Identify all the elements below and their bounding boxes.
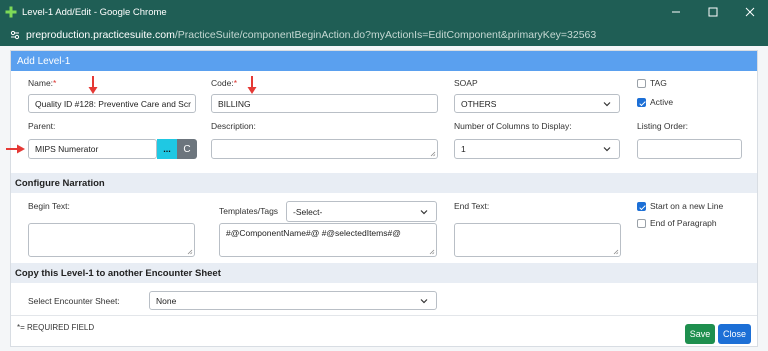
end-text-label: End Text: — [454, 201, 490, 211]
maximize-button[interactable] — [694, 0, 731, 24]
active-label: Active — [650, 97, 674, 107]
templates-label: Templates/Tags — [219, 206, 279, 216]
end-of-paragraph-label: End of Paragraph — [650, 218, 717, 228]
close-window-button[interactable] — [731, 0, 768, 24]
annotation-arrow-right-icon — [6, 144, 25, 154]
narration-section-header: Configure Narration — [11, 173, 757, 193]
name-input[interactable]: Quality ID #128: Preventive Care and Scr — [28, 94, 196, 113]
annotation-arrow-down-icon — [247, 76, 257, 94]
parent-label: Parent: — [28, 121, 56, 131]
footer-divider — [11, 315, 757, 316]
chevron-down-icon — [603, 102, 611, 107]
page-info-icon[interactable] — [10, 30, 20, 40]
name-label: Name:* — [28, 78, 57, 88]
maximize-icon — [708, 7, 717, 17]
encounter-sheet-select[interactable]: None — [149, 291, 437, 310]
panel-header: Add Level-1 — [11, 51, 757, 71]
soap-select[interactable]: OTHERS — [454, 94, 620, 113]
soap-label: SOAP — [454, 78, 478, 88]
close-icon — [745, 7, 754, 17]
begin-text-label: Begin Text: — [28, 201, 70, 211]
tag-checkbox[interactable] — [637, 79, 646, 88]
resize-grip-icon[interactable] — [187, 249, 193, 255]
browser-titlebar: Level-1 Add/Edit - Google Chrome — [0, 0, 768, 24]
listing-order-label: Listing Order: — [637, 121, 689, 131]
close-button[interactable]: Close — [718, 324, 751, 344]
chevron-down-icon — [420, 210, 428, 215]
code-required-star: * — [233, 78, 237, 88]
columns-select-value: 1 — [461, 144, 466, 154]
window-title: Level-1 Add/Edit - Google Chrome — [22, 6, 167, 18]
url-host: preproduction.practicesuite.com — [26, 29, 175, 41]
minimize-icon — [671, 11, 680, 13]
tag-label: TAG — [650, 78, 667, 88]
annotation-arrow-down-icon — [88, 76, 98, 94]
end-of-paragraph-checkbox[interactable] — [637, 219, 646, 228]
end-text-textarea[interactable] — [454, 223, 621, 257]
active-checkbox[interactable] — [637, 98, 646, 107]
name-required-star: * — [53, 78, 57, 88]
required-field-note: *= REQUIRED FIELD — [17, 323, 95, 332]
start-new-line-checkbox[interactable] — [637, 202, 646, 211]
address-bar[interactable]: preproduction.practicesuite.com/Practice… — [0, 24, 768, 46]
chevron-down-icon — [603, 147, 611, 152]
code-input[interactable]: BILLING — [211, 94, 438, 113]
start-new-line-label: Start on a new Line — [650, 201, 724, 211]
encounter-sheet-label: Select Encounter Sheet: — [28, 296, 120, 306]
parent-input[interactable]: MIPS Numerator — [28, 139, 157, 159]
columns-select[interactable]: 1 — [454, 139, 620, 159]
save-button[interactable]: Save — [685, 324, 715, 344]
description-textarea[interactable] — [211, 139, 438, 159]
level1-form-panel: Add Level-1 Name:* Code:* SOAP TAG Quali… — [6, 50, 758, 347]
page-content: Add Level-1 Name:* Code:* SOAP TAG Quali… — [0, 46, 768, 351]
resize-grip-icon[interactable] — [429, 249, 435, 255]
parent-clear-button[interactable]: C — [177, 139, 197, 159]
parent-browse-button[interactable]: ... — [157, 139, 177, 159]
listing-order-input[interactable] — [637, 139, 742, 159]
columns-label: Number of Columns to Display: — [454, 121, 572, 131]
url-path: /PracticeSuite/componentBeginAction.do?m… — [174, 29, 597, 41]
templates-select[interactable]: -Select- — [286, 201, 437, 222]
minimize-button[interactable] — [657, 0, 694, 24]
template-text: #@ComponentName#@ #@selectedItems#@ — [226, 228, 401, 238]
soap-select-value: OTHERS — [461, 98, 497, 109]
app-plus-icon — [4, 5, 18, 19]
resize-grip-icon[interactable] — [430, 151, 436, 157]
description-label: Description: — [211, 121, 256, 131]
encounter-sheet-select-value: None — [156, 295, 177, 306]
template-textarea[interactable]: #@ComponentName#@ #@selectedItems#@ — [219, 223, 437, 257]
copy-section-header: Copy this Level-1 to another Encounter S… — [11, 263, 757, 283]
resize-grip-icon[interactable] — [613, 249, 619, 255]
templates-select-value: -Select- — [293, 206, 323, 217]
code-label: Code:* — [211, 78, 237, 88]
chevron-down-icon — [420, 299, 428, 304]
begin-text-textarea[interactable] — [28, 223, 195, 257]
